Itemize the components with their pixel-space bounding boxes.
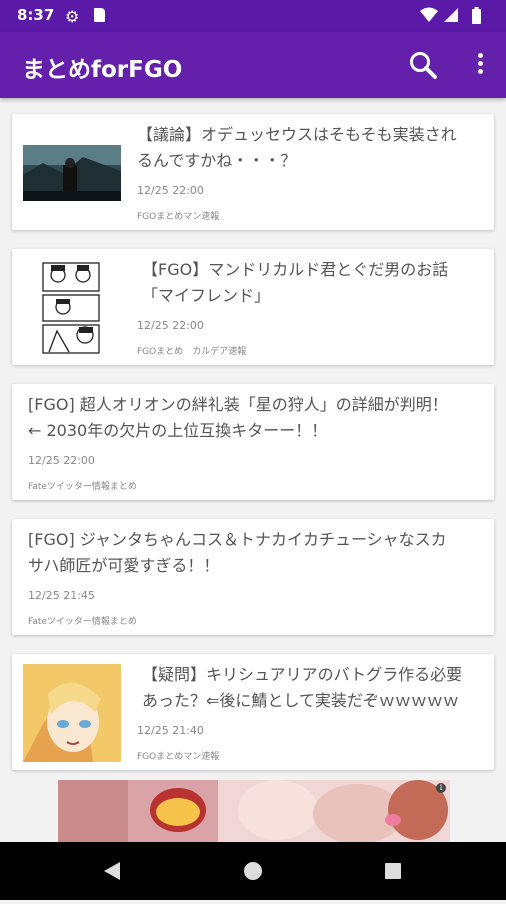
article-card[interactable]: 【議論】オデュッセウスはそもそも実装され るんですかね・・・？ 12/25 22… [12, 114, 494, 230]
article-thumbnail [23, 257, 121, 357]
info-icon[interactable]: i [436, 783, 446, 793]
article-title: [FGO] 超人オリオンの絆礼装「星の狩人」の詳細が判明！ ← 2030年の欠片… [28, 395, 448, 440]
recents-icon [385, 863, 401, 879]
search-icon[interactable] [408, 50, 438, 84]
article-card[interactable]: [FGO] 超人オリオンの絆礼装「星の狩人」の詳細が判明！ ← 2030年の欠片… [12, 384, 494, 500]
sd-card-icon [94, 8, 105, 22]
article-title: 【議論】オデュッセウスはそもそも実装され るんですかね・・・？ [137, 125, 457, 170]
article-source: Fateツイッター情報まとめ [28, 482, 137, 492]
ad-banner[interactable]: i [58, 780, 450, 842]
nav-bar [0, 842, 506, 900]
home-icon [244, 862, 262, 880]
article-title: 【疑問】キリシュアリアのバトグラ作る必要 あった？⇐後に鯖として実装だぞｗｗｗｗ… [142, 665, 463, 710]
signal-icon [444, 8, 458, 22]
article-source: Fateツイッター情報まとめ [28, 617, 137, 627]
more-vert-icon[interactable] [470, 50, 490, 80]
article-time: 12/25 22:00 [137, 319, 204, 332]
status-time: 8:37 [17, 6, 55, 24]
app-bar: まとめforFGO [0, 32, 506, 98]
app-title: まとめforFGO [22, 57, 183, 83]
back-icon [104, 862, 120, 880]
battery-icon [472, 7, 481, 24]
article-time: 12/25 22:00 [28, 454, 95, 467]
status-icons [420, 6, 492, 30]
article-time: 12/25 21:45 [28, 589, 95, 602]
article-card[interactable]: [FGO] ジャンタちゃんコス＆トナカイカチューシャなスカ サハ師匠が可愛すぎる… [12, 519, 494, 635]
article-thumbnail [23, 145, 121, 201]
article-source: FGOまとめ カルデア速報 [137, 347, 247, 357]
article-source: FGOまとめマン速報 [137, 752, 220, 762]
article-source: FGOまとめマン速報 [137, 212, 220, 222]
article-time: 12/25 22:00 [137, 184, 204, 197]
article-thumbnail [23, 664, 121, 762]
gear-icon: ⚙ [65, 7, 80, 26]
article-card[interactable]: 【疑問】キリシュアリアのバトグラ作る必要 あった？⇐後に鯖として実装だぞｗｗｗｗ… [12, 654, 494, 770]
article-time: 12/25 21:40 [137, 724, 204, 737]
article-title: 【FGO】マンドリカルド君とぐだ男のお話 「マイフレンド」 [142, 260, 449, 305]
article-title: [FGO] ジャンタちゃんコス＆トナカイカチューシャなスカ サハ師匠が可愛すぎる… [28, 530, 447, 575]
article-card[interactable]: 【FGO】マンドリカルド君とぐだ男のお話 「マイフレンド」 12/25 22:0… [12, 249, 494, 365]
status-bar: 8:37 ⚙ [0, 0, 506, 32]
wifi-icon [420, 7, 438, 22]
